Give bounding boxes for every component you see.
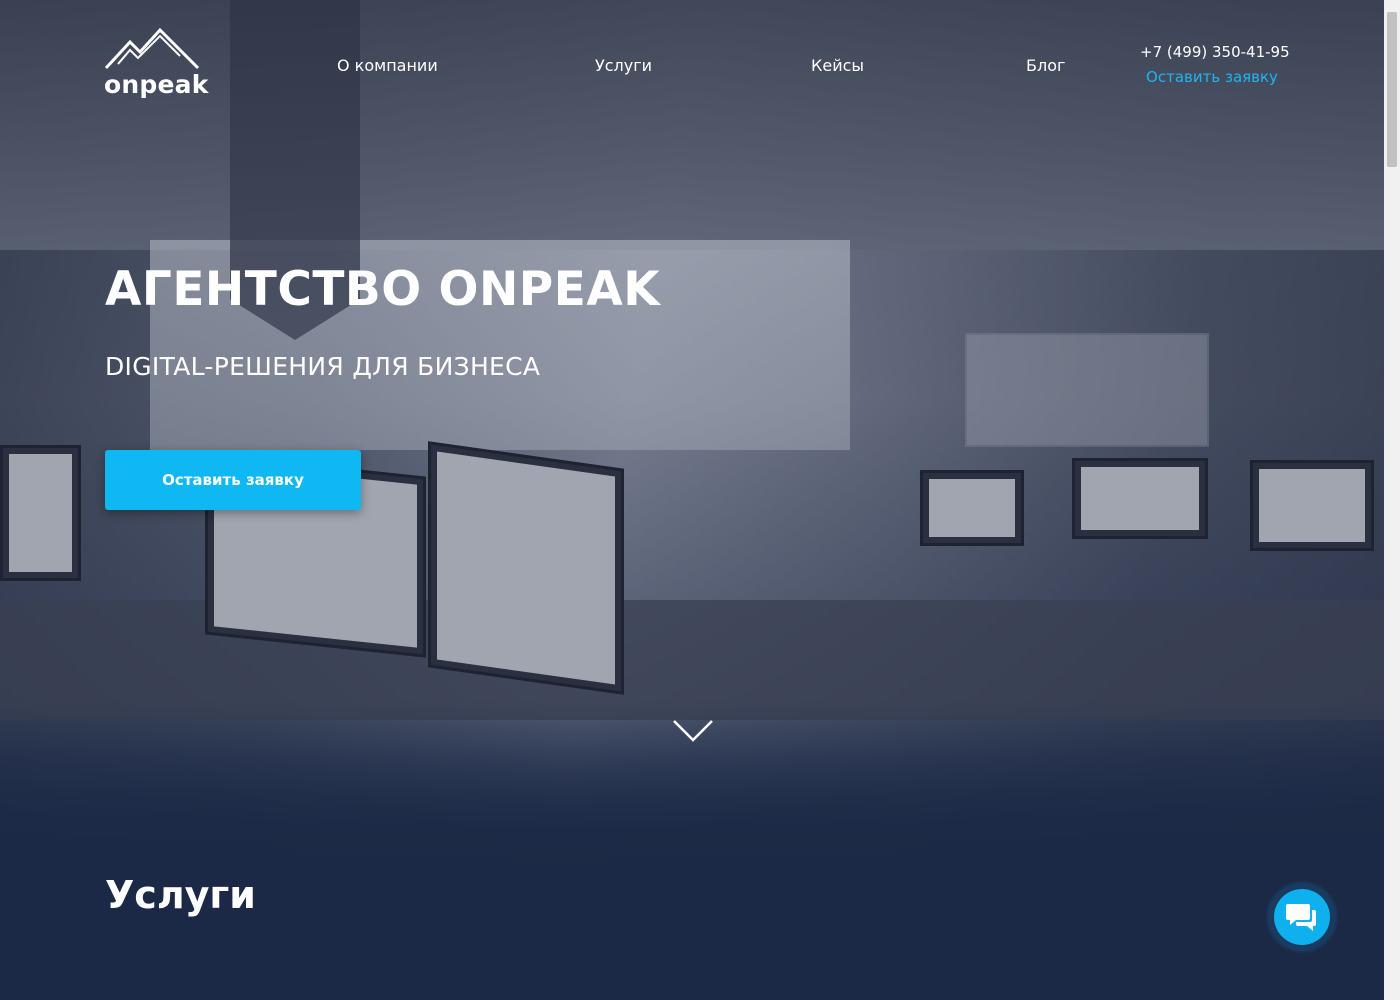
hero-subtitle: DIGITAL-РЕШЕНИЯ ДЛЯ БИЗНЕСА (105, 352, 541, 381)
logo-text: onpeak (104, 70, 209, 99)
hero-title: АГЕНТСТВО ONPEAK (105, 262, 661, 317)
site-header: onpeak О компании Услуги Кейсы Блог +7 (… (0, 0, 1384, 120)
nav-item-about[interactable]: О компании (337, 56, 438, 75)
header-request-link[interactable]: Оставить заявку (1140, 68, 1284, 86)
header-contact: +7 (499) 350-41-95 Оставить заявку (1140, 43, 1290, 86)
page: onpeak О компании Услуги Кейсы Блог +7 (… (0, 0, 1400, 1000)
mountain-logo-icon (104, 28, 200, 70)
office-monitor (1250, 460, 1374, 551)
scrollbar-thumb[interactable] (1387, 12, 1397, 167)
request-button[interactable]: Оставить заявку (105, 450, 361, 510)
scroll-down-button[interactable] (672, 718, 714, 744)
whiteboard (965, 333, 1209, 447)
nav-item-cases[interactable]: Кейсы (811, 56, 864, 75)
office-monitor (920, 470, 1024, 546)
office-monitor (0, 445, 81, 581)
office-monitor (428, 441, 624, 695)
chat-bubbles-icon (1286, 904, 1316, 931)
nav-item-services[interactable]: Услуги (595, 56, 652, 75)
bottom-fade (0, 700, 1384, 1000)
logo-link[interactable]: onpeak (104, 28, 208, 100)
chat-widget-button[interactable] (1268, 883, 1336, 951)
services-section-title: Услуги (105, 873, 256, 917)
page-scrollbar[interactable] (1384, 0, 1400, 1000)
office-monitor (1072, 458, 1208, 539)
nav-item-blog[interactable]: Блог (1026, 56, 1065, 75)
phone-link[interactable]: +7 (499) 350-41-95 (1140, 43, 1290, 61)
chevron-down-icon (673, 720, 713, 742)
